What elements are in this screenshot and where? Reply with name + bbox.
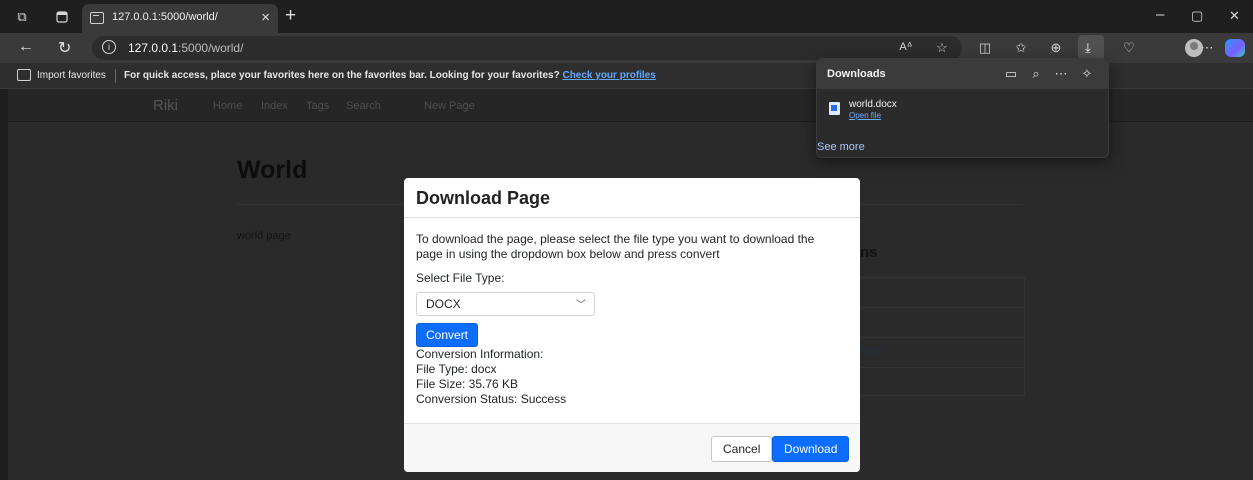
- nav-index[interactable]: Index: [261, 100, 288, 112]
- address-input[interactable]: i 127.0.0.1:5000/world/: [92, 36, 962, 60]
- downloads-title: Downloads: [827, 68, 886, 80]
- site-info-icon[interactable]: i: [102, 40, 116, 54]
- nav-new-page[interactable]: New Page: [424, 100, 475, 112]
- nav-search[interactable]: Search: [346, 100, 381, 112]
- copilot-icon[interactable]: [1225, 39, 1245, 57]
- modal-footer: Cancel Download: [404, 423, 860, 472]
- list-item[interactable]: [854, 308, 1024, 338]
- url-text: 127.0.0.1:5000/world/: [128, 41, 244, 55]
- tab-strip: ⧉ 127.0.0.1:5000/world/ × + – ▢ ✕: [0, 0, 1253, 33]
- word-file-icon: [829, 102, 840, 115]
- open-folder-icon[interactable]: ▭: [1003, 66, 1019, 82]
- downloads-header: Downloads ▭ ⌕ ⋯ ✧: [817, 59, 1108, 89]
- modal-title: Download Page: [416, 188, 551, 208]
- read-aloud-icon[interactable]: Aᐞ: [897, 40, 915, 53]
- chevron-down-icon: ﹀: [576, 300, 586, 311]
- list-item[interactable]: [854, 368, 1024, 398]
- modal-description: To download the page, please select the …: [416, 232, 815, 261]
- download-page-modal: Download Page To download the page, plea…: [404, 178, 860, 472]
- open-file-link[interactable]: Open file: [849, 111, 881, 120]
- download-button[interactable]: Download: [772, 436, 850, 462]
- nav-home[interactable]: Home: [213, 100, 242, 112]
- see-more-link[interactable]: See more: [817, 141, 865, 153]
- more-options-icon[interactable]: ⋯: [1053, 66, 1069, 82]
- page-body: world page: [237, 230, 291, 242]
- modal-header: Download Page: [404, 178, 860, 218]
- back-icon[interactable]: ←: [18, 38, 34, 56]
- side-panel-list: [853, 277, 1025, 396]
- favorite-star-icon[interactable]: ☆: [933, 40, 951, 56]
- file-type-select[interactable]: DOCX ﹀: [416, 292, 595, 316]
- side-panel-heading: ns: [860, 244, 878, 261]
- favorites-divider: [115, 69, 116, 83]
- conversion-info-heading: Conversion Information:: [416, 347, 544, 361]
- modal-body: To download the page, please select the …: [404, 218, 860, 421]
- site-brand[interactable]: Riki: [153, 97, 178, 114]
- check-profiles-link[interactable]: Check your profiles: [562, 70, 655, 81]
- see-more-row[interactable]: See more: [817, 138, 1108, 158]
- download-file-name[interactable]: world.docx: [849, 99, 897, 110]
- more-menu-icon[interactable]: ⋯: [1198, 40, 1216, 56]
- import-favorites-button[interactable]: Import favorites: [37, 70, 106, 81]
- split-screen-icon[interactable]: ◫: [976, 40, 994, 56]
- file-type-label: Select File Type:: [416, 271, 505, 285]
- cancel-button[interactable]: Cancel: [711, 436, 773, 462]
- refresh-icon[interactable]: ↻: [58, 38, 71, 58]
- new-tab-button[interactable]: +: [285, 5, 296, 27]
- import-favorites-icon[interactable]: [17, 69, 31, 81]
- conversion-status: Conversion Status: Success: [416, 392, 567, 406]
- list-item[interactable]: [854, 278, 1024, 308]
- close-window-button[interactable]: ✕: [1229, 8, 1240, 24]
- page-title: World: [237, 156, 308, 184]
- file-type-value: DOCX: [426, 297, 461, 311]
- downloads-flyout: Downloads ▭ ⌕ ⋯ ✧ world.docx Open file S…: [816, 58, 1109, 158]
- favorites-icon[interactable]: ✩: [1012, 40, 1030, 56]
- pin-icon[interactable]: ✧: [1079, 66, 1095, 82]
- tab-actions-icon[interactable]: [52, 7, 72, 27]
- search-icon[interactable]: ⌕: [1028, 66, 1044, 82]
- restore-button[interactable]: ▢: [1191, 8, 1203, 24]
- favorites-message: For quick access, place your favorites h…: [124, 70, 656, 81]
- conversion-file-size: File Size: 35.76 KB: [416, 377, 519, 391]
- page-favicon-icon: [90, 12, 104, 24]
- tab-close-icon[interactable]: ×: [261, 9, 270, 26]
- browser-essentials-icon[interactable]: ♡: [1120, 40, 1138, 56]
- download-icon: ⤓: [1085, 40, 1091, 55]
- conversion-file-type: File Type: docx: [416, 362, 497, 376]
- nav-tags[interactable]: Tags: [306, 100, 329, 112]
- workspaces-icon[interactable]: ⧉: [12, 7, 32, 27]
- convert-button[interactable]: Convert: [416, 323, 479, 347]
- minimize-button[interactable]: –: [1156, 6, 1164, 23]
- tab-world[interactable]: 127.0.0.1:5000/world/ ×: [82, 4, 278, 33]
- tab-title: 127.0.0.1:5000/world/: [112, 11, 218, 23]
- collections-icon[interactable]: ⊕: [1047, 40, 1065, 56]
